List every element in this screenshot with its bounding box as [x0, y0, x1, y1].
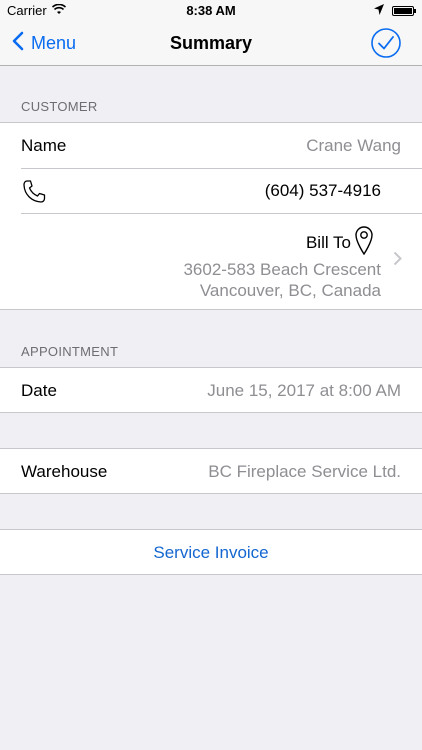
- checkmark-circle-icon[interactable]: [370, 27, 402, 59]
- map-pin-icon: [354, 225, 374, 260]
- chevron-right-icon: [393, 249, 402, 272]
- warehouse-value: BC Fireplace Service Ltd.: [208, 462, 401, 481]
- page-title: Summary: [169, 33, 253, 53]
- date-label: Date: [21, 381, 57, 400]
- appointment-section-header: APPOINTMENT: [21, 344, 119, 359]
- phone-row[interactable]: (604) 537-4916: [0, 169, 422, 213]
- customer-group: Name Crane Wang (604) 537-4916 Bill To 3…: [0, 122, 422, 310]
- warehouse-group: Warehouse BC Fireplace Service Ltd.: [0, 448, 422, 494]
- warehouse-label: Warehouse: [21, 462, 108, 481]
- address-line-1: 3602-583 Beach Crescent: [183, 260, 381, 279]
- date-row[interactable]: Date June 15, 2017 at 8:00 AM: [0, 368, 422, 413]
- customer-name-row: Name Crane Wang: [0, 123, 422, 168]
- phone-icon: [21, 179, 47, 210]
- service-invoice-button[interactable]: Service Invoice: [0, 543, 422, 563]
- status-bar: Carrier 8:38 AM: [0, 0, 422, 22]
- appointment-group: Date June 15, 2017 at 8:00 AM: [0, 367, 422, 413]
- battery-icon: [392, 6, 416, 16]
- bill-to-row[interactable]: Bill To 3602-583 Beach Crescent Vancouve…: [0, 214, 422, 310]
- navigation-bar: Menu Summary: [0, 22, 422, 66]
- clock: 8:38 AM: [186, 3, 236, 18]
- customer-section-header: CUSTOMER: [21, 99, 98, 114]
- location-arrow-icon: [374, 3, 384, 18]
- warehouse-row[interactable]: Warehouse BC Fireplace Service Ltd.: [0, 449, 422, 494]
- name-label: Name: [21, 136, 67, 155]
- date-value: June 15, 2017 at 8:00 AM: [207, 381, 401, 400]
- name-value: Crane Wang: [306, 136, 401, 155]
- bill-to-label: Bill To: [305, 233, 351, 252]
- address-line-2: Vancouver, BC, Canada: [199, 281, 381, 300]
- phone-number: (604) 537-4916: [264, 181, 381, 200]
- service-invoice-group: Service Invoice: [0, 529, 422, 575]
